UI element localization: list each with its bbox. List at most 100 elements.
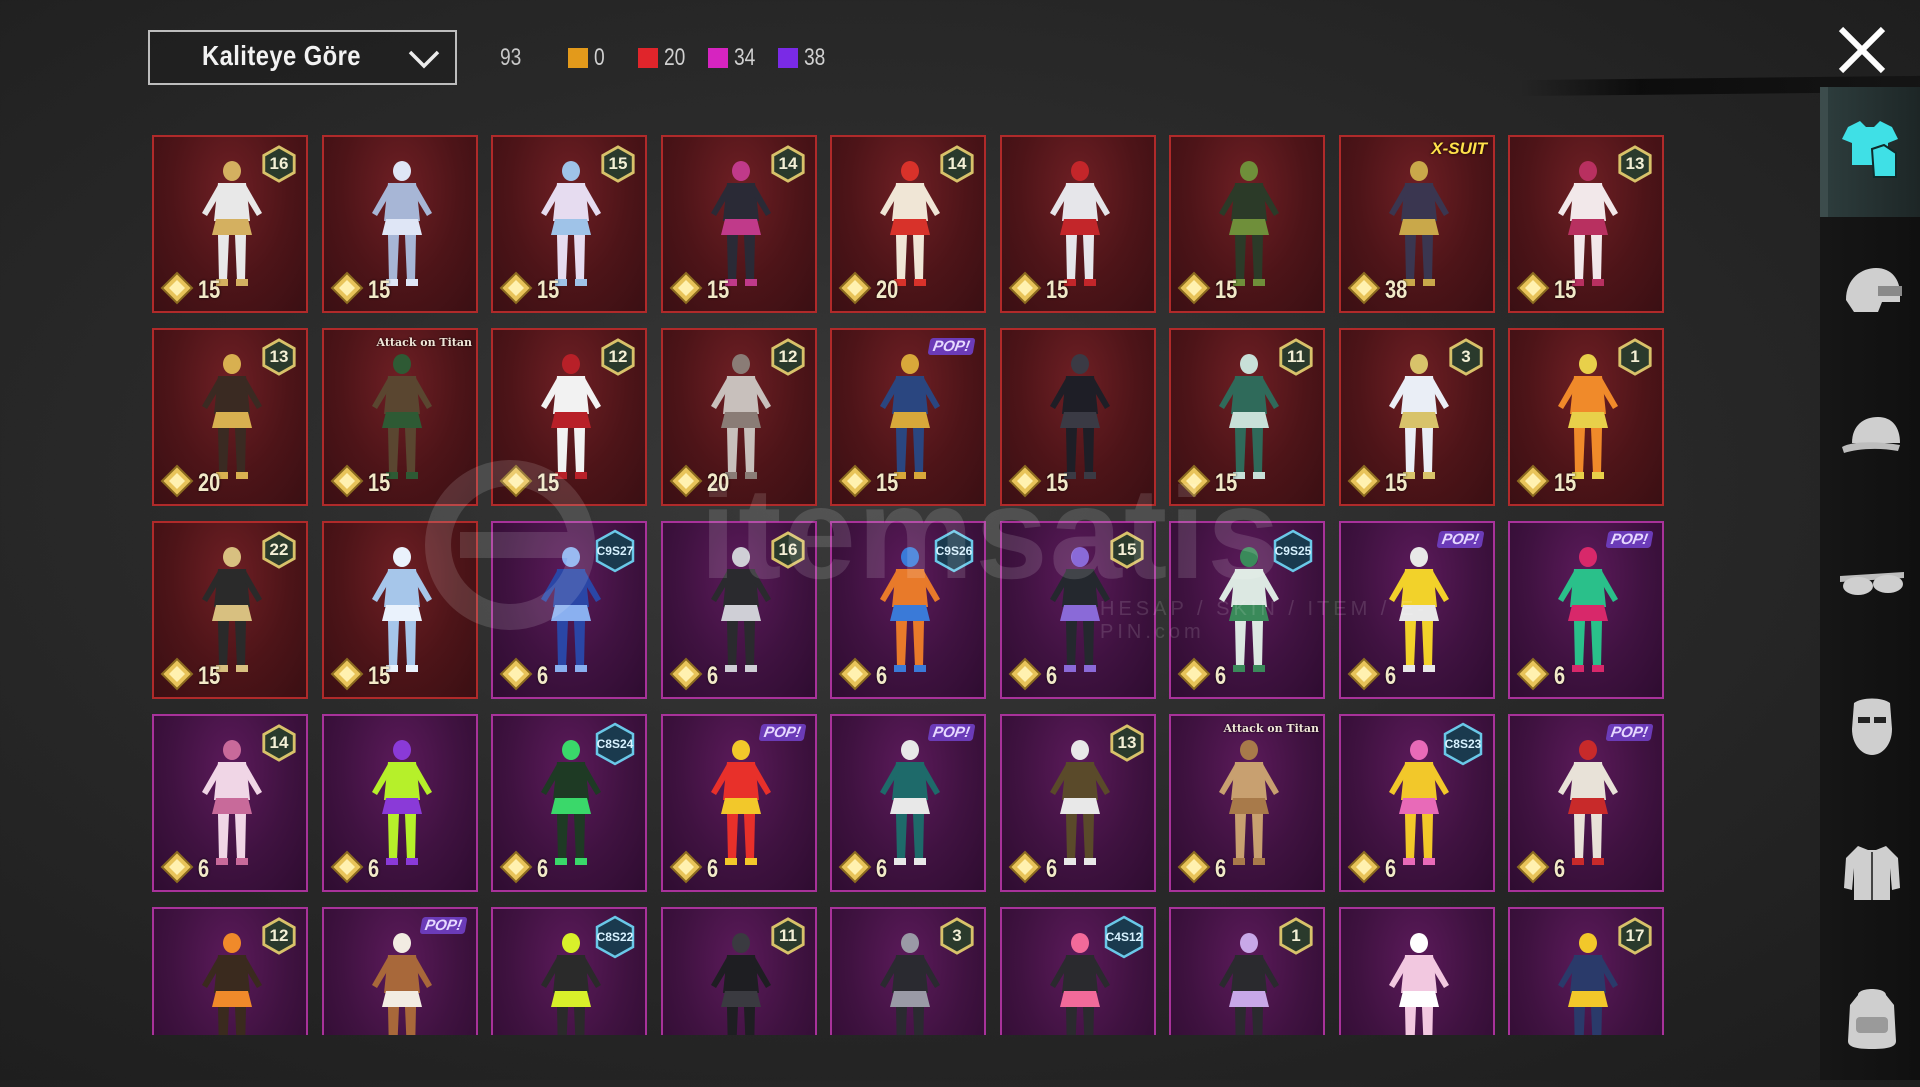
- item-card[interactable]: C8S23 6: [1339, 714, 1495, 892]
- item-card[interactable]: 15: [322, 521, 478, 699]
- sidebar-category-outfit[interactable]: [1820, 87, 1920, 217]
- level-badge-value: 17: [1625, 926, 1645, 945]
- item-price: 6: [368, 855, 380, 883]
- item-card[interactable]: POP! 6: [1508, 714, 1664, 892]
- item-card[interactable]: 13 15: [1508, 135, 1664, 313]
- level-badge-value: 11: [1287, 347, 1305, 366]
- item-card[interactable]: C8S24 6: [491, 714, 647, 892]
- item-card[interactable]: 16 15: [152, 135, 308, 313]
- level-badge-value: 16: [269, 154, 289, 173]
- pop-logo: POP!: [758, 724, 807, 741]
- sort-dropdown[interactable]: Kaliteye Göre: [148, 30, 457, 85]
- item-card[interactable]: 15: [1000, 328, 1156, 506]
- price-currency-icon: [1177, 657, 1211, 691]
- item-card[interactable]: 15: [322, 135, 478, 313]
- item-price: 6: [1554, 855, 1566, 883]
- item-card[interactable]: 16 6: [661, 521, 817, 699]
- item-card[interactable]: 14 15: [661, 135, 817, 313]
- item-price: 6: [1046, 855, 1058, 883]
- outfit-figure-icon: [1219, 161, 1279, 286]
- price-currency-icon: [1516, 464, 1550, 498]
- item-price: 15: [876, 469, 899, 497]
- pop-logo: POP!: [1605, 531, 1654, 548]
- item-card[interactable]: POP! 6: [661, 714, 817, 892]
- close-icon[interactable]: [1836, 24, 1888, 76]
- outfit-figure-icon: [1389, 161, 1449, 286]
- item-card[interactable]: 14 20: [830, 135, 986, 313]
- item-price: 6: [1046, 662, 1058, 690]
- item-card[interactable]: 17: [1508, 907, 1664, 1035]
- outfit-figure-icon: [711, 740, 771, 865]
- item-card[interactable]: 13 20: [152, 328, 308, 506]
- item-card[interactable]: C9S26 6: [830, 521, 986, 699]
- price-currency-icon: [160, 271, 194, 305]
- level-badge-value: 15: [1117, 540, 1137, 559]
- item-card[interactable]: 15 6: [1000, 521, 1156, 699]
- item-card[interactable]: 3 15: [1339, 328, 1495, 506]
- item-price: 6: [537, 662, 549, 690]
- item-price: 20: [707, 469, 730, 497]
- item-card[interactable]: 11: [661, 907, 817, 1035]
- item-card[interactable]: 14 6: [152, 714, 308, 892]
- item-card[interactable]: 15: [1000, 135, 1156, 313]
- item-price: 15: [1215, 276, 1238, 304]
- item-card[interactable]: 1 15: [1508, 328, 1664, 506]
- level-badge-value: 13: [1625, 154, 1645, 173]
- item-card[interactable]: Attack on Titan 15: [322, 328, 478, 506]
- item-card[interactable]: 1: [1169, 907, 1325, 1035]
- item-card[interactable]: 22 15: [152, 521, 308, 699]
- item-price: 20: [198, 469, 221, 497]
- item-card[interactable]: C4S12: [1000, 907, 1156, 1035]
- item-card[interactable]: POP! 6: [830, 714, 986, 892]
- level-badge-value: 1: [1630, 347, 1640, 366]
- item-price: 6: [876, 855, 888, 883]
- outfit-figure-icon: [1050, 354, 1110, 479]
- sidebar-category-glasses[interactable]: [1820, 522, 1920, 652]
- item-card[interactable]: 15: [1169, 135, 1325, 313]
- season-badge-label: C4S12: [1105, 930, 1143, 944]
- item-card[interactable]: 11 15: [1169, 328, 1325, 506]
- season-badge-label: C8S22: [596, 930, 634, 944]
- item-card[interactable]: 12 15: [491, 328, 647, 506]
- item-price: 15: [707, 276, 730, 304]
- outfit-figure-icon: [1219, 740, 1279, 865]
- item-card[interactable]: C9S25 6: [1169, 521, 1325, 699]
- price-currency-icon: [1008, 850, 1042, 884]
- sidebar-category-helmet[interactable]: [1820, 232, 1920, 362]
- item-card[interactable]: 6: [322, 714, 478, 892]
- item-card[interactable]: C9S27 6: [491, 521, 647, 699]
- sort-dropdown-label: Kaliteye Göre: [202, 40, 361, 71]
- item-card[interactable]: 15 15: [491, 135, 647, 313]
- outfit-figure-icon: [1389, 933, 1449, 1035]
- sidebar-category-mask[interactable]: [1820, 667, 1920, 797]
- item-price: 15: [1046, 469, 1069, 497]
- item-price: 15: [1046, 276, 1069, 304]
- item-card[interactable]: [1339, 907, 1495, 1035]
- item-price: 15: [537, 469, 560, 497]
- price-currency-icon: [1008, 657, 1042, 691]
- pop-logo: POP!: [1605, 724, 1654, 741]
- item-card[interactable]: 12 20: [661, 328, 817, 506]
- item-price: 15: [1554, 469, 1577, 497]
- sidebar-category-backpack[interactable]: [1820, 957, 1920, 1087]
- item-price: 6: [1215, 855, 1227, 883]
- sidebar-category-cap[interactable]: [1820, 377, 1920, 507]
- item-card[interactable]: POP! 6: [1508, 521, 1664, 699]
- outfit-figure-icon: [372, 547, 432, 672]
- item-price: 15: [198, 276, 221, 304]
- item-card[interactable]: 3: [830, 907, 986, 1035]
- price-currency-icon: [1516, 657, 1550, 691]
- item-card[interactable]: 12: [152, 907, 308, 1035]
- sidebar-category-jacket[interactable]: [1820, 812, 1920, 942]
- item-card[interactable]: X-SUIT 38: [1339, 135, 1495, 313]
- item-card[interactable]: 13 6: [1000, 714, 1156, 892]
- outfit-figure-icon: [880, 354, 940, 479]
- item-card[interactable]: Attack on Titan 6: [1169, 714, 1325, 892]
- level-badge-value: 13: [1117, 733, 1137, 752]
- outfit-figure-icon: [372, 354, 432, 479]
- item-card[interactable]: C8S22: [491, 907, 647, 1035]
- item-card[interactable]: POP! 6: [1339, 521, 1495, 699]
- quality-swatch: [638, 48, 658, 68]
- item-card[interactable]: POP! 15: [830, 328, 986, 506]
- item-card[interactable]: POP!: [322, 907, 478, 1035]
